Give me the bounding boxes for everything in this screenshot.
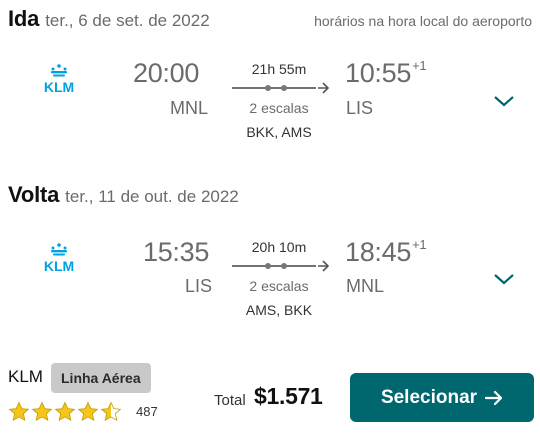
outbound-date: ter., 6 de set. de 2022 xyxy=(45,11,210,30)
klm-crown-icon: KLM xyxy=(44,243,74,273)
timezone-note: horários na hora local do aeroporto xyxy=(314,13,532,29)
klm-logo-text: KLM xyxy=(44,79,74,94)
review-count[interactable]: 487 xyxy=(136,404,158,419)
plane-icon xyxy=(318,82,330,94)
outbound-stops: 2 escalas xyxy=(249,100,309,116)
total-price: $1.571 xyxy=(254,383,323,409)
klm-crown-icon: KLM xyxy=(44,64,74,94)
outbound-arrive-time: 10:55 xyxy=(345,58,412,88)
outbound-expand-chevron-icon[interactable] xyxy=(493,94,515,108)
outbound-header: Ida ter., 6 de set. de 2022 xyxy=(8,6,210,32)
outbound-route: 21h 55m 2 escalas BKK, AMS xyxy=(224,61,334,140)
klm-logo-text: KLM xyxy=(44,258,74,273)
rating-stars xyxy=(8,401,128,423)
return-direction: Volta xyxy=(8,182,60,207)
airline-name: KLM xyxy=(8,367,43,386)
star-rating-icon xyxy=(9,402,121,421)
outbound-arrive: 10:55+1 xyxy=(345,58,427,89)
outbound-via: BKK, AMS xyxy=(246,124,312,140)
outbound-depart-time: 20:00 xyxy=(133,58,200,88)
arrow-right-icon xyxy=(485,390,503,405)
return-via: AMS, BKK xyxy=(245,302,313,318)
return-depart-time: 15:35 xyxy=(143,237,210,267)
return-arrive: 18:45+1 xyxy=(345,237,427,268)
return-duration: 20h 10m xyxy=(251,239,307,255)
return-date: ter., 11 de out. de 2022 xyxy=(65,187,239,206)
return-to-code: MNL xyxy=(346,276,385,296)
outbound-direction: Ida xyxy=(8,6,40,31)
outbound-from-code: MNL xyxy=(170,98,209,118)
klm-logo: KLM xyxy=(36,243,82,273)
return-stops: 2 escalas xyxy=(249,278,309,294)
outbound-to-code: LIS xyxy=(346,98,374,118)
airline-badge: Linha Aérea xyxy=(51,363,151,393)
plane-icon xyxy=(318,260,330,272)
return-from-code: LIS xyxy=(185,276,213,296)
outbound-duration: 21h 55m xyxy=(251,61,307,77)
klm-logo: KLM xyxy=(36,64,82,94)
return-expand-chevron-icon[interactable] xyxy=(493,272,515,286)
return-arrive-time: 18:45 xyxy=(345,237,412,267)
return-route: 20h 10m 2 escalas AMS, BKK xyxy=(224,239,334,318)
select-button[interactable]: Selecionar xyxy=(350,373,534,422)
outbound-route-line xyxy=(224,80,334,96)
return-day-offset: +1 xyxy=(412,237,427,252)
return-header: Volta ter., 11 de out. de 2022 xyxy=(8,182,239,208)
outbound-day-offset: +1 xyxy=(412,58,427,73)
total-label: Total xyxy=(214,392,246,409)
return-route-line xyxy=(224,258,334,274)
select-button-label: Selecionar xyxy=(380,386,478,408)
